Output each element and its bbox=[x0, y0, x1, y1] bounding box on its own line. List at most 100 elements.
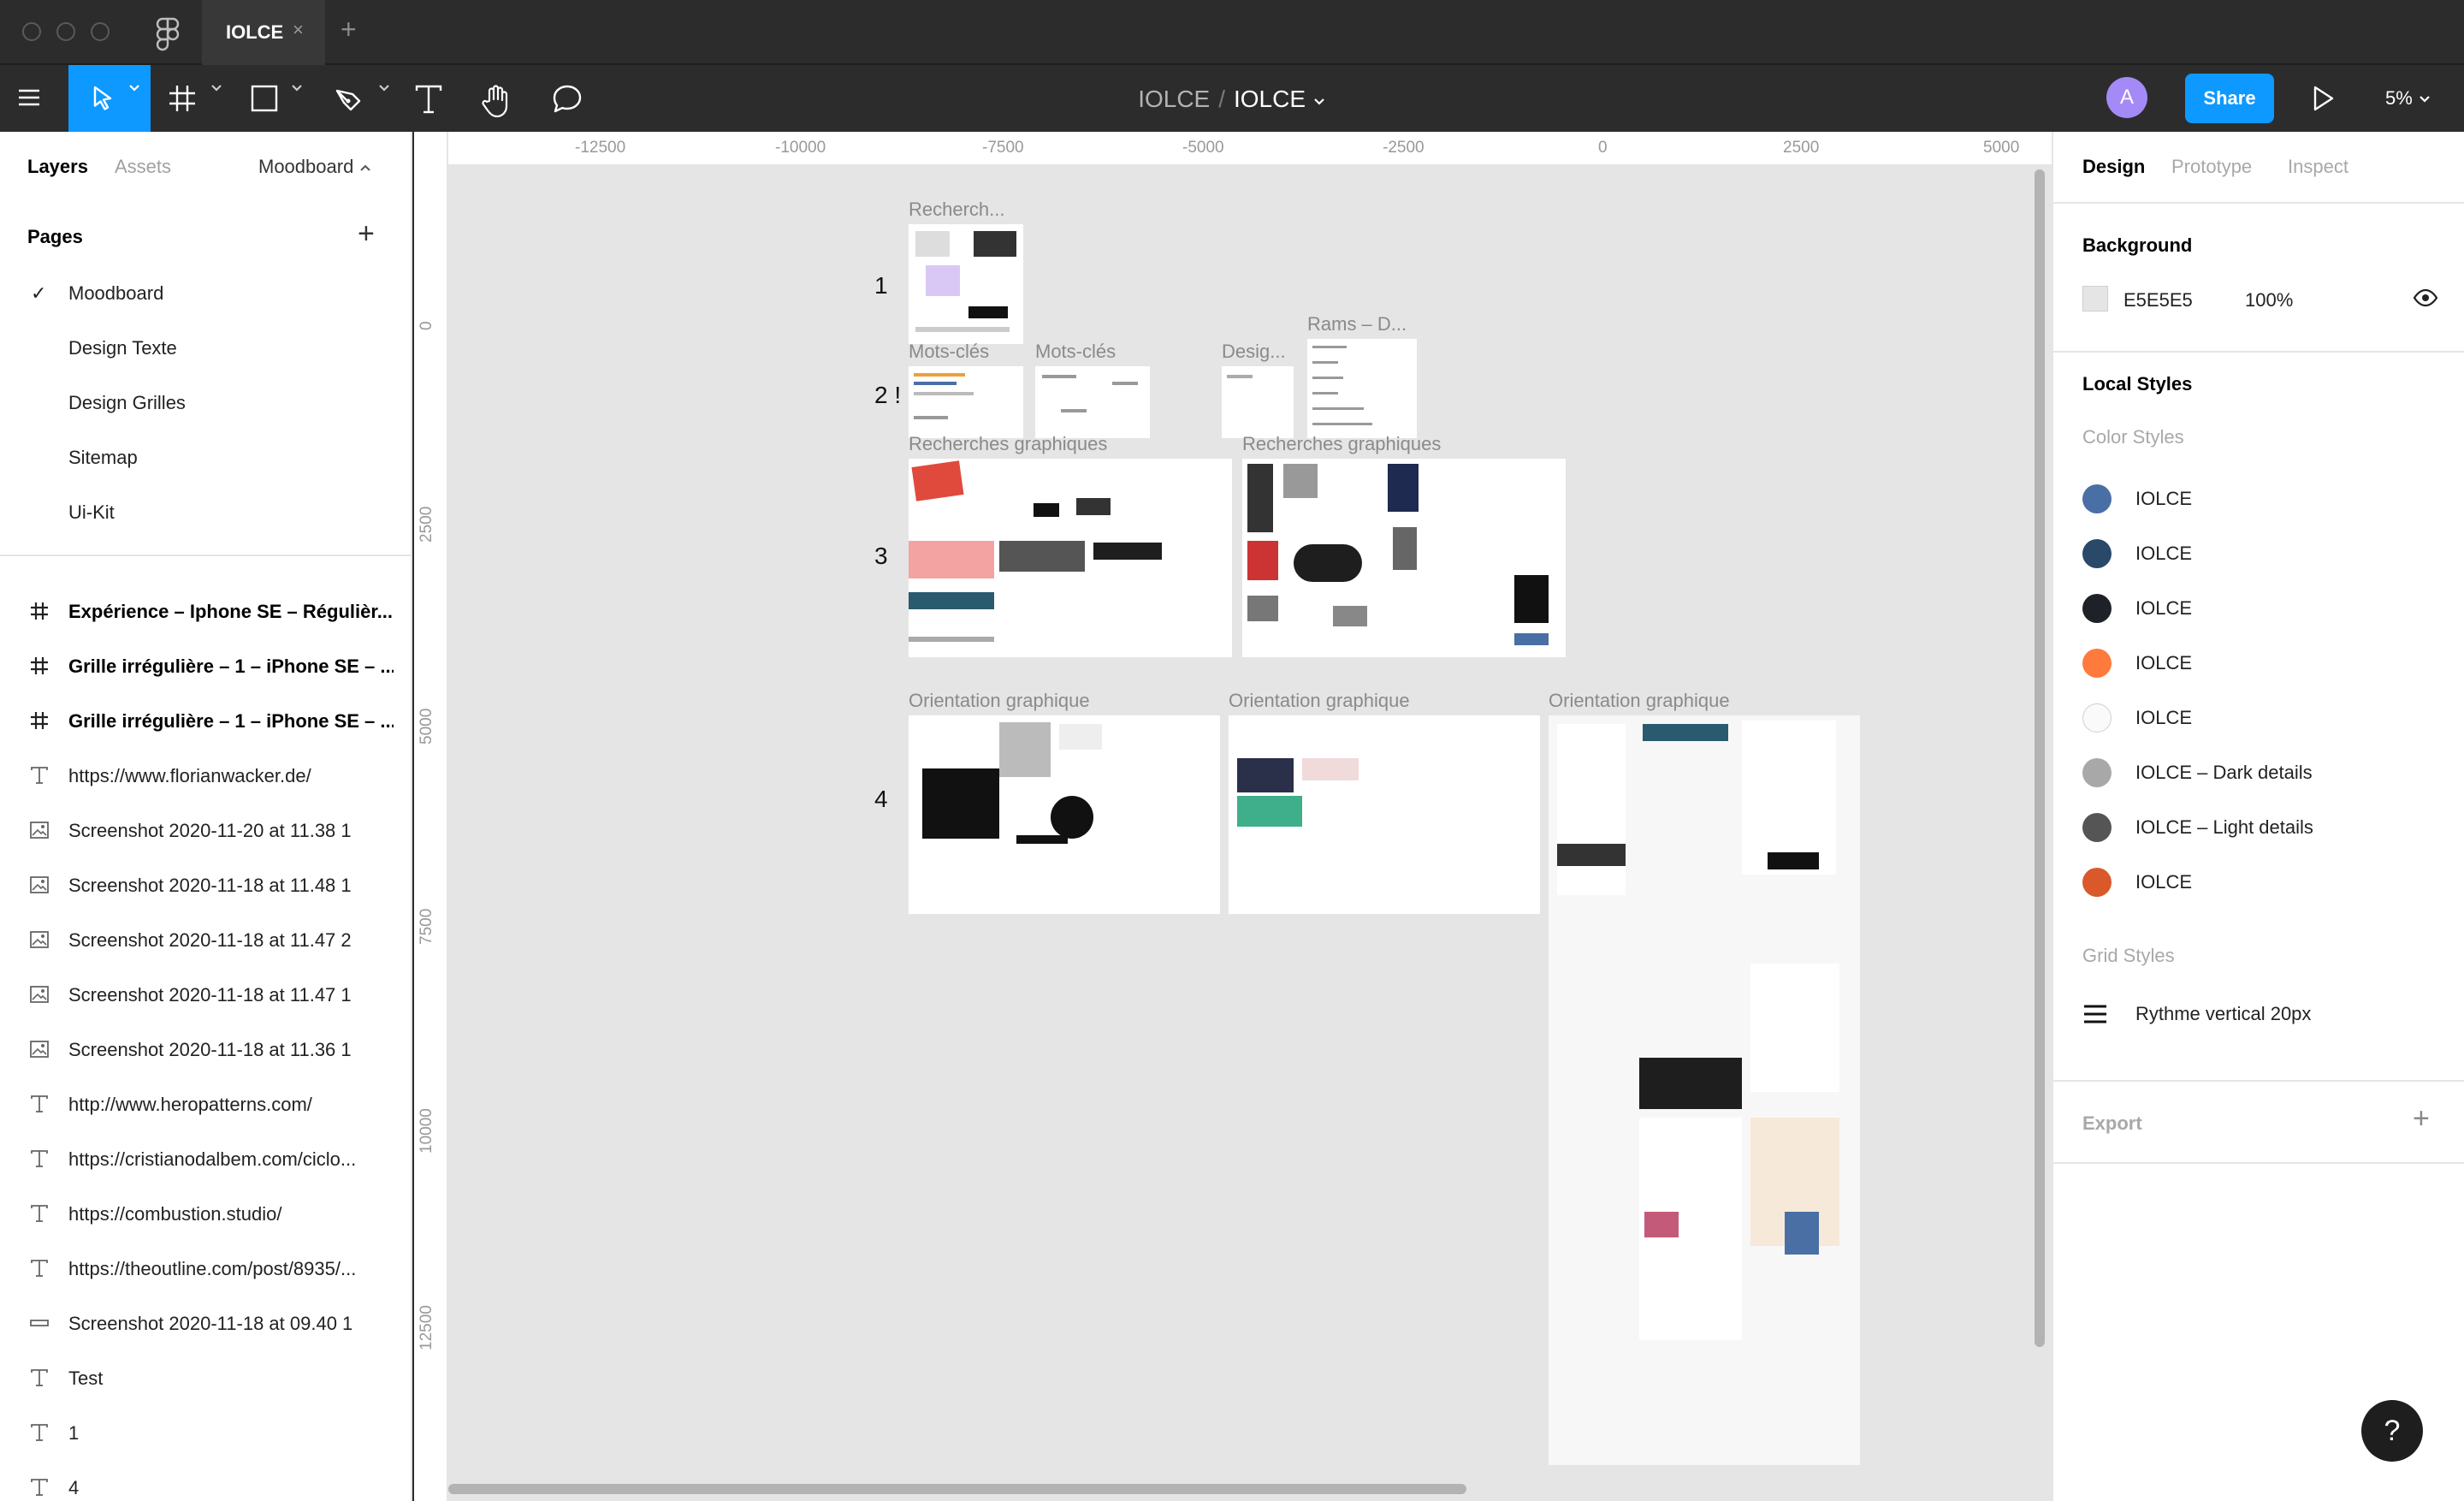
layer-row[interactable]: https://theoutline.com/post/8935/... bbox=[0, 1241, 411, 1296]
layer-row[interactable]: Test bbox=[0, 1350, 411, 1405]
color-style-label: IOLCE bbox=[2135, 871, 2193, 893]
horizontal-scrollbar[interactable] bbox=[448, 1484, 1466, 1494]
frame-rams[interactable] bbox=[1307, 339, 1417, 438]
frame-label[interactable]: Orientation graphique bbox=[1549, 690, 1730, 712]
frame-label[interactable]: Mots-clés bbox=[909, 341, 989, 363]
frame-label[interactable]: Orientation graphique bbox=[909, 690, 1090, 712]
color-style-label: IOLCE bbox=[2135, 597, 2193, 619]
text-t-icon bbox=[29, 1094, 50, 1114]
ruler-tick: 0 bbox=[418, 321, 435, 330]
layer-label: Screenshot 2020-11-18 at 11.47 1 bbox=[68, 984, 352, 1006]
ruler-tick: -2500 bbox=[1383, 139, 1424, 157]
file-title[interactable]: IOLCE / IOLCE bbox=[0, 86, 2464, 113]
frame-label[interactable]: Orientation graphique bbox=[1229, 690, 1410, 712]
layer-row[interactable]: Screenshot 2020-11-18 at 09.40 1 bbox=[0, 1296, 411, 1350]
row-number-4[interactable]: 4 bbox=[874, 786, 888, 813]
frame-recherche[interactable] bbox=[909, 224, 1023, 344]
row-number-1[interactable]: 1 bbox=[874, 272, 888, 300]
frame-orientation-graphique-3[interactable] bbox=[1549, 715, 1860, 1465]
window-zoom-dot[interactable] bbox=[91, 22, 110, 41]
text-t-icon bbox=[29, 1477, 50, 1498]
add-export-button[interactable]: + bbox=[2413, 1102, 2430, 1136]
ruler-tick: -7500 bbox=[982, 139, 1024, 157]
frame-label[interactable]: Mots-clés bbox=[1035, 341, 1116, 363]
color-style-label: IOLCE bbox=[2135, 707, 2193, 728]
tab-prototype[interactable]: Prototype bbox=[2171, 156, 2252, 178]
layer-label: https://theoutline.com/post/8935/... bbox=[68, 1258, 357, 1279]
row-number-3[interactable]: 3 bbox=[874, 543, 888, 570]
layer-row[interactable]: Grille irrégulière – 1 – iPhone SE – ... bbox=[0, 693, 411, 748]
share-button[interactable]: Share bbox=[2185, 74, 2274, 123]
color-styles-title: Color Styles bbox=[2082, 426, 2184, 448]
figma-logo-icon[interactable] bbox=[156, 17, 180, 51]
canvas[interactable]: -12500 -10000 -7500 -5000 -2500 0 2500 5… bbox=[414, 132, 2052, 1501]
background-hex-input[interactable]: E5E5E5 bbox=[2123, 289, 2193, 311]
frame-label[interactable]: Desig... bbox=[1222, 341, 1286, 363]
image-icon bbox=[29, 820, 50, 840]
window-close-dot[interactable] bbox=[22, 22, 41, 41]
layer-row[interactable]: Screenshot 2020-11-18 at 11.36 1 bbox=[0, 1022, 411, 1077]
frame-label[interactable]: Recherches graphiques bbox=[1242, 433, 1441, 455]
frame-recherches-graphiques-1[interactable] bbox=[909, 459, 1232, 657]
page-item-moodboard[interactable]: Moodboard bbox=[68, 282, 163, 305]
tab-design[interactable]: Design bbox=[2082, 156, 2145, 178]
page-item-design-texte[interactable]: Design Texte bbox=[68, 337, 177, 359]
frame-design[interactable] bbox=[1222, 366, 1294, 438]
project-name[interactable]: IOLCE bbox=[1138, 86, 1210, 112]
frame-mots-cles-2[interactable] bbox=[1035, 366, 1150, 438]
layer-label: 1 bbox=[68, 1422, 80, 1444]
image-icon bbox=[29, 984, 50, 1005]
layer-row[interactable]: http://www.heropatterns.com/ bbox=[0, 1077, 411, 1131]
vertical-scrollbar[interactable] bbox=[2035, 169, 2045, 1347]
add-page-button[interactable]: + bbox=[358, 217, 375, 251]
layer-row[interactable]: https://cristianodalbem.com/ciclo... bbox=[0, 1131, 411, 1186]
page-dropdown[interactable]: Moodboard bbox=[258, 156, 372, 178]
title-bar: IOLCE × + bbox=[0, 0, 2464, 65]
toolbar: IOLCE / IOLCE A Share 5% bbox=[0, 65, 2464, 132]
eye-icon[interactable] bbox=[2413, 288, 2438, 308]
present-play-icon[interactable] bbox=[2310, 84, 2336, 113]
layer-row[interactable]: 1 bbox=[0, 1405, 411, 1460]
layer-row[interactable]: 4 bbox=[0, 1460, 411, 1501]
frame-label[interactable]: Recherches graphiques bbox=[909, 433, 1107, 455]
avatar[interactable]: A bbox=[2106, 77, 2147, 118]
tab-inspect[interactable]: Inspect bbox=[2288, 156, 2348, 178]
rectangle-icon bbox=[29, 1313, 50, 1333]
layer-row[interactable]: Screenshot 2020-11-18 at 11.47 1 bbox=[0, 967, 411, 1022]
color-style-label: IOLCE bbox=[2135, 652, 2193, 673]
frame-orientation-graphique-1[interactable] bbox=[909, 715, 1220, 914]
chevron-down-icon[interactable] bbox=[1312, 97, 1326, 107]
background-opacity-input[interactable]: 100% bbox=[2245, 289, 2293, 311]
frame-recherches-graphiques-2[interactable] bbox=[1242, 459, 1566, 657]
new-tab-button[interactable]: + bbox=[341, 14, 357, 45]
frame-label[interactable]: Recherch... bbox=[909, 199, 1005, 221]
text-t-icon bbox=[29, 1258, 50, 1279]
layer-row[interactable]: Grille irrégulière – 1 – iPhone SE – ... bbox=[0, 638, 411, 693]
page-item-sitemap[interactable]: Sitemap bbox=[68, 447, 138, 469]
help-button[interactable]: ? bbox=[2361, 1400, 2423, 1462]
frame-mots-cles-1[interactable] bbox=[909, 366, 1023, 438]
layer-row[interactable]: Screenshot 2020-11-18 at 11.47 2 bbox=[0, 912, 411, 967]
layer-row[interactable]: Expérience – Iphone SE – Régulièr... bbox=[0, 584, 411, 638]
file-name[interactable]: IOLCE bbox=[1234, 86, 1306, 112]
file-tab-label: IOLCE bbox=[226, 21, 284, 43]
close-icon[interactable]: × bbox=[293, 19, 304, 41]
window-minimize-dot[interactable] bbox=[56, 22, 75, 41]
layer-row[interactable]: https://combustion.studio/ bbox=[0, 1186, 411, 1241]
tab-layers[interactable]: Layers bbox=[27, 156, 88, 178]
page-item-design-grilles[interactable]: Design Grilles bbox=[68, 392, 186, 414]
divider bbox=[0, 555, 411, 556]
layer-row[interactable]: Screenshot 2020-11-20 at 11.38 1 bbox=[0, 803, 411, 857]
file-tab[interactable]: IOLCE × bbox=[202, 0, 325, 65]
layer-row[interactable]: Screenshot 2020-11-18 at 11.48 1 bbox=[0, 857, 411, 912]
tab-assets[interactable]: Assets bbox=[115, 156, 171, 178]
frame-label[interactable]: Rams – D... bbox=[1307, 313, 1407, 335]
zoom-dropdown[interactable]: 5% bbox=[2385, 87, 2431, 110]
layer-row[interactable]: https://www.florianwacker.de/ bbox=[0, 748, 411, 803]
page-item-ui-kit[interactable]: Ui-Kit bbox=[68, 501, 115, 524]
row-number-2[interactable]: 2 ! bbox=[874, 382, 901, 409]
background-color-swatch[interactable] bbox=[2082, 286, 2108, 311]
frame-orientation-graphique-2[interactable] bbox=[1229, 715, 1540, 914]
divider bbox=[2053, 1080, 2464, 1082]
layer-label: https://combustion.studio/ bbox=[68, 1203, 282, 1225]
